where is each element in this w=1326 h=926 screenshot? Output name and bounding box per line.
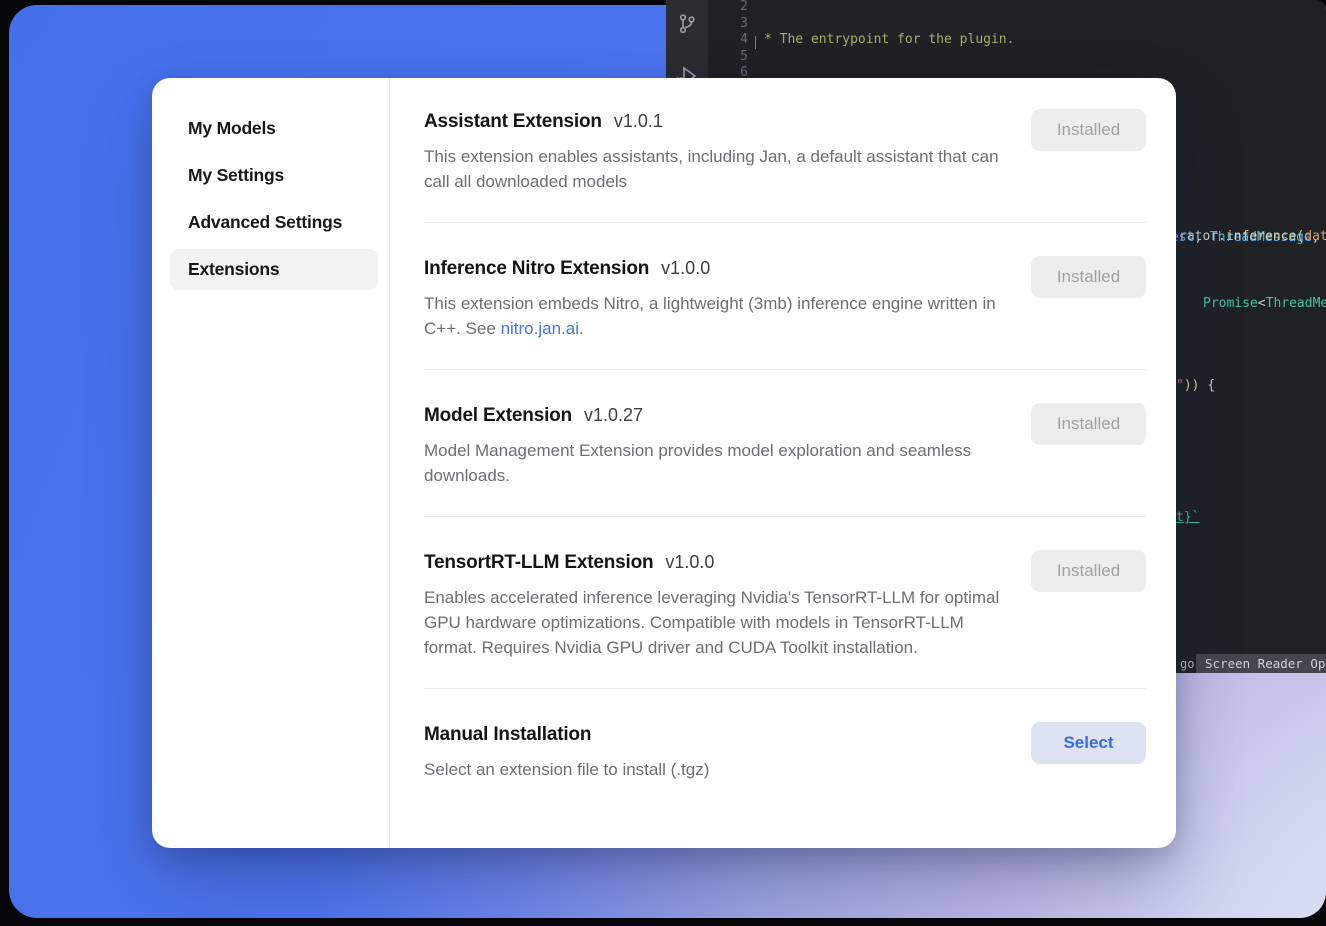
select-button[interactable]: Select bbox=[1031, 722, 1146, 764]
extension-name: TensortRT-LLM Extension bbox=[424, 552, 653, 574]
description-text: Enables accelerated inference leveraging… bbox=[424, 588, 999, 657]
extension-version: v1.0.27 bbox=[584, 405, 643, 426]
code-fragment-promise: Promise<ThreadMessage> bbox=[1203, 296, 1326, 313]
code-line-2: * The entrypoint for the plugin. bbox=[756, 32, 1326, 49]
extension-description: This extension enables assistants, inclu… bbox=[424, 144, 1006, 194]
code-fragment-inference: rator.inference(data)); bbox=[1179, 229, 1326, 246]
code-fragment-brace: ")) { bbox=[1176, 378, 1215, 395]
editor-cursor bbox=[755, 36, 756, 49]
manual-installation-row: Manual Installation Select an extension … bbox=[424, 689, 1146, 810]
extension-version: v1.0.0 bbox=[661, 258, 710, 279]
extension-row-assistant: Assistant Extension v1.0.1 This extensio… bbox=[424, 111, 1146, 223]
extension-version: v1.0.0 bbox=[665, 552, 714, 573]
extension-name: Manual Installation bbox=[424, 724, 591, 746]
extension-version: v1.0.1 bbox=[614, 111, 663, 132]
extension-name: Assistant Extension bbox=[424, 111, 602, 133]
extension-description: Select an extension file to install (.tg… bbox=[424, 757, 709, 782]
screenshot-stage: 2 3 4 5 6 * The entrypoint for the plugi… bbox=[0, 0, 1326, 926]
installed-button[interactable]: Installed bbox=[1031, 109, 1146, 151]
status-bar-text: go bbox=[1180, 655, 1194, 673]
description-text: Select an extension file to install (.tg… bbox=[424, 760, 709, 779]
sidebar-item-advanced-settings[interactable]: Advanced Settings bbox=[170, 202, 378, 243]
extension-description: Enables accelerated inference leveraging… bbox=[424, 585, 1006, 660]
installed-button[interactable]: Installed bbox=[1031, 403, 1146, 445]
extension-row-tensorrt-llm: TensortRT-LLM Extension v1.0.0 Enables a… bbox=[424, 517, 1146, 689]
extensions-list: Assistant Extension v1.0.1 This extensio… bbox=[390, 78, 1176, 848]
sidebar-item-my-settings[interactable]: My Settings bbox=[170, 155, 378, 196]
source-control-icon[interactable] bbox=[675, 12, 699, 36]
line-numbers: 2 3 4 5 6 bbox=[708, 0, 748, 82]
settings-modal: My Models My Settings Advanced Settings … bbox=[152, 78, 1176, 848]
extension-row-inference-nitro: Inference Nitro Extension v1.0.0 This ex… bbox=[424, 223, 1146, 370]
sidebar-item-extensions[interactable]: Extensions bbox=[170, 249, 378, 290]
extension-description: Model Management Extension provides mode… bbox=[424, 438, 1006, 488]
sidebar-item-my-models[interactable]: My Models bbox=[170, 108, 378, 149]
description-text: This extension enables assistants, inclu… bbox=[424, 147, 999, 191]
extension-name: Inference Nitro Extension bbox=[424, 258, 649, 280]
extension-row-model: Model Extension v1.0.27 Model Management… bbox=[424, 370, 1146, 517]
installed-button[interactable]: Installed bbox=[1031, 550, 1146, 592]
installed-button[interactable]: Installed bbox=[1031, 256, 1146, 298]
nitro-jan-ai-link[interactable]: nitro.jan.ai. bbox=[501, 319, 584, 338]
settings-sidebar: My Models My Settings Advanced Settings … bbox=[152, 78, 390, 848]
code-fragment-template: t}` bbox=[1176, 510, 1199, 527]
screen-reader-optimized-badge[interactable]: Screen Reader Optimize bbox=[1196, 654, 1326, 673]
description-text: Model Management Extension provides mode… bbox=[424, 441, 971, 485]
extension-description: This extension embeds Nitro, a lightweig… bbox=[424, 291, 1006, 341]
extension-name: Model Extension bbox=[424, 405, 572, 427]
